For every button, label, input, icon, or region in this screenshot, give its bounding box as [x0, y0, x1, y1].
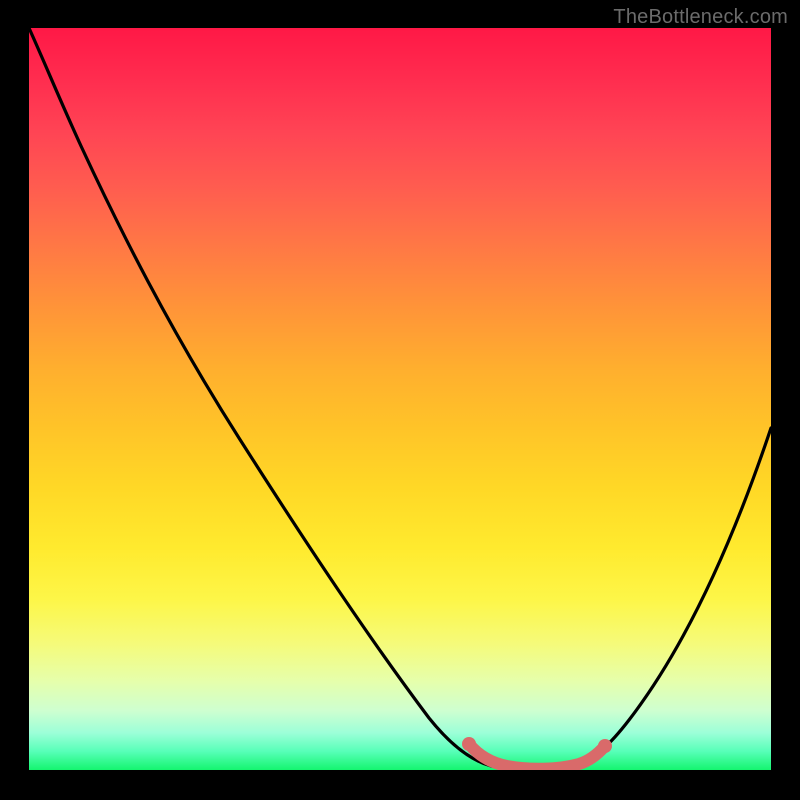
sweet-spot-highlight [469, 744, 605, 769]
sweet-spot-start-dot [462, 737, 476, 751]
curve-layer [29, 28, 771, 770]
bottleneck-curve [29, 28, 771, 769]
plot-area [29, 28, 771, 770]
chart-frame: TheBottleneck.com [0, 0, 800, 800]
attribution-text: TheBottleneck.com [613, 6, 788, 29]
sweet-spot-end-dot [598, 739, 612, 753]
